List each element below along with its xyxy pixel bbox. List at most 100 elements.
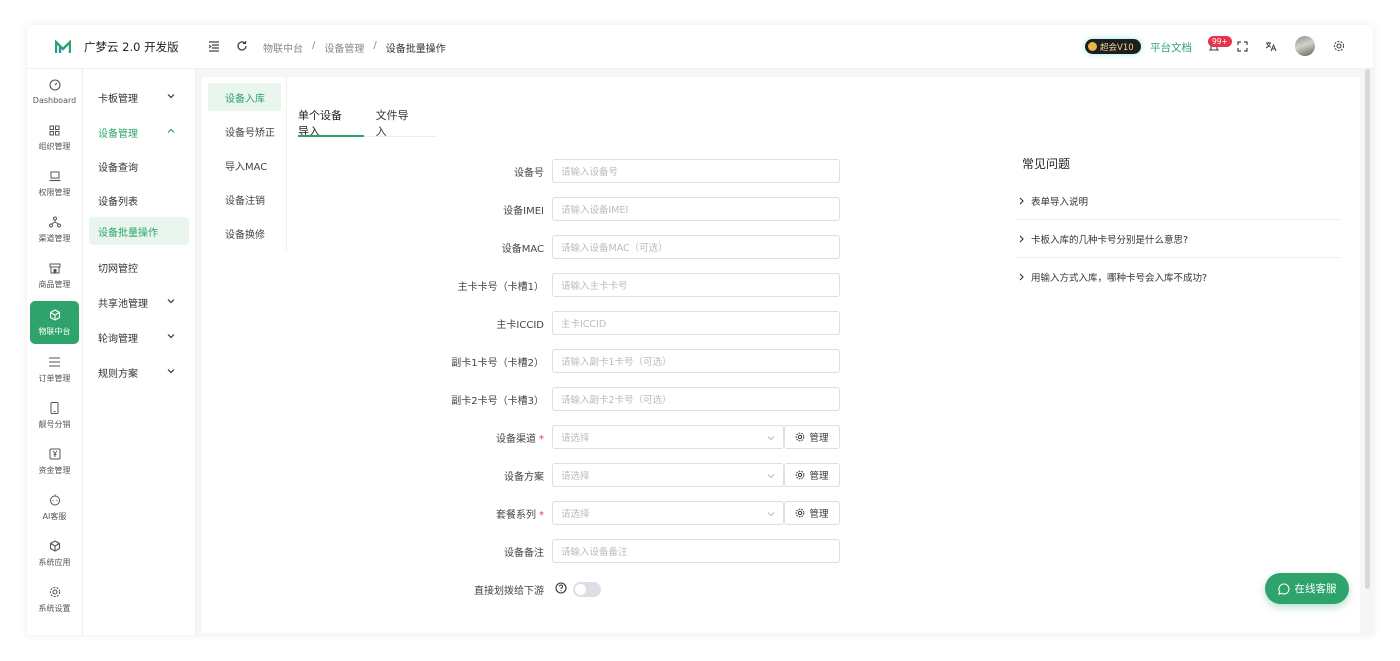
imei-input[interactable]: 请输入设备IMEI [552,197,840,221]
device-no-input[interactable]: 请输入设备号 [552,159,840,183]
faq-item-label: 用输入方式入库，哪种卡号会入库不成功? [1031,273,1208,284]
tab-file-import[interactable]: 文件导入 [376,107,410,138]
menu-item-polling[interactable]: 轮询管理 [89,323,189,351]
manage-label: 管理 [809,433,829,444]
iconbar-label: Dashboard [32,96,77,105]
sub-card-1-input[interactable]: 请输入副卡1卡号（可选） [552,349,840,373]
iconbar-label: AI客服 [42,512,67,521]
bot-icon [48,493,62,507]
iconbar-label: 渠道管理 [38,234,71,243]
manage-label: 管理 [809,471,829,482]
menu-label: 切网管控 [98,263,138,275]
scheme-select[interactable]: 请选择 [552,463,784,487]
iconbar-label: 靓号分销 [38,420,71,429]
tab-single-import[interactable]: 单个设备导入 [298,107,364,138]
iconbar-label: 物联中台 [38,327,71,336]
iconbar-ai[interactable]: AI客服 [30,486,79,529]
app-window: 广梦云 2.0 开发版 物联中台 / 设备管理 / 设备批量操作 超会V10 平… [27,25,1373,635]
dashboard-icon [48,78,62,92]
notification-badge: 99+ [1208,36,1232,47]
menu-item-shared-pool[interactable]: 共享池管理 [89,288,189,316]
mac-input[interactable]: 请输入设备MAC（可选） [552,235,840,259]
fullscreen-icon[interactable] [1235,39,1249,53]
main-iccid-input[interactable]: 主卡ICCID [552,311,840,335]
subnav-device-correct[interactable]: 设备号矫正 [208,117,281,145]
iconbar-label: 系统设置 [38,604,71,613]
main-card-input[interactable]: 请输入主卡卡号 [552,273,840,297]
online-service-button[interactable]: 在线客服 [1265,573,1349,604]
menu-label: 卡板管理 [98,93,138,105]
vip-label: 超会V10 [1100,42,1134,53]
breadcrumb-separator: / [373,40,377,51]
transfer-toggle[interactable] [573,582,601,597]
iconbar-permission[interactable]: 权限管理 [30,162,79,205]
iconbar-order[interactable]: 订单管理 [30,348,79,391]
package-select[interactable]: 请选择 [552,501,784,525]
iconbar-apps[interactable]: 系统应用 [30,532,79,575]
menu-item-device-batch[interactable]: 设备批量操作 [89,217,189,245]
brand[interactable]: 广梦云 2.0 开发版 [55,39,179,55]
select-placeholder: 请选择 [561,433,590,444]
select-placeholder: 请选择 [561,509,590,520]
iconbar-org[interactable]: 组织管理 [30,116,79,159]
faq-item[interactable]: 卡板入库的几种卡号分别是什么意思? [1015,220,1340,258]
chevron-up-icon [167,128,175,133]
select-placeholder: 请选择 [561,471,590,482]
menu-item-network-control[interactable]: 切网管控 [89,253,189,281]
menu-item-device-list[interactable]: 设备列表 [89,186,189,214]
faq-item[interactable]: 表单导入说明 [1015,182,1340,220]
menu-item-device[interactable]: 设备管理 [89,118,189,146]
iconbar-settings[interactable]: 系统设置 [30,578,79,621]
chat-icon [1277,582,1289,595]
menu-label: 设备列表 [98,196,138,208]
menu-fold-icon[interactable] [207,39,221,53]
iconbar-iot[interactable]: 物联中台 [30,301,79,344]
vip-badge[interactable]: 超会V10 [1085,39,1141,54]
breadcrumb-item[interactable]: 设备管理 [324,40,364,55]
subnav-device-import[interactable]: 设备入库 [208,83,281,111]
gear-icon [796,508,805,518]
menu-label: 设备查询 [98,162,138,174]
iconbar-label: 权限管理 [38,188,71,197]
sub-card-2-input[interactable]: 请输入副卡2卡号（可选） [552,387,840,411]
field-label-text: 设备方案 [504,472,544,483]
breadcrumb-item[interactable]: 物联中台 [263,40,303,55]
package-manage-button[interactable]: 管理 [784,501,840,525]
iconbar-label: 订单管理 [38,374,71,383]
channel-manage-button[interactable]: 管理 [784,425,840,449]
avatar[interactable] [1295,36,1315,56]
field-label: 副卡2卡号（卡槽3） [451,396,544,407]
platform-doc-link[interactable]: 平台文档 [1150,40,1192,55]
chevron-down-icon [167,334,175,339]
money-icon [48,447,62,461]
field-label-text: 设备渠道 [496,434,536,445]
faq-item[interactable]: 用输入方式入库，哪种卡号会入库不成功? [1015,258,1340,296]
iconbar-channel[interactable]: 渠道管理 [30,208,79,251]
list-icon [48,355,62,369]
translate-icon[interactable] [1264,39,1278,53]
chevron-right-icon [1019,235,1024,243]
iconbar-goods[interactable]: 商品管理 [30,254,79,297]
refresh-icon[interactable] [235,39,249,53]
field-label: 主卡ICCID [496,320,544,331]
menu-item-device-query[interactable]: 设备查询 [89,152,189,180]
remark-input[interactable]: 请输入设备备注 [552,539,840,563]
chevron-down-icon [767,474,775,479]
faq-item-label: 表单导入说明 [1031,196,1089,208]
field-label: 副卡1卡号（卡槽2） [451,358,544,369]
iconbar-number[interactable]: 靓号分销 [30,394,79,437]
menu-item-card-board[interactable]: 卡板管理 [89,83,189,111]
required-mark: * [539,434,544,445]
iconbar-finance[interactable]: 资金管理 [30,440,79,483]
field-label: 设备备注 [504,548,544,559]
iconbar-dashboard[interactable]: Dashboard [30,70,79,113]
scheme-manage-button[interactable]: 管理 [784,463,840,487]
chevron-down-icon [767,436,775,441]
scrollbar[interactable] [1365,69,1370,589]
menu-item-rules[interactable]: 规则方案 [89,358,189,386]
help-icon[interactable] [555,582,567,594]
field-label: 套餐系列 * [496,506,544,521]
channel-select[interactable]: 请选择 [552,425,784,449]
form-row-device-no: 设备号 请输入设备号 [202,159,1002,183]
settings-gear-icon[interactable] [1332,39,1346,53]
